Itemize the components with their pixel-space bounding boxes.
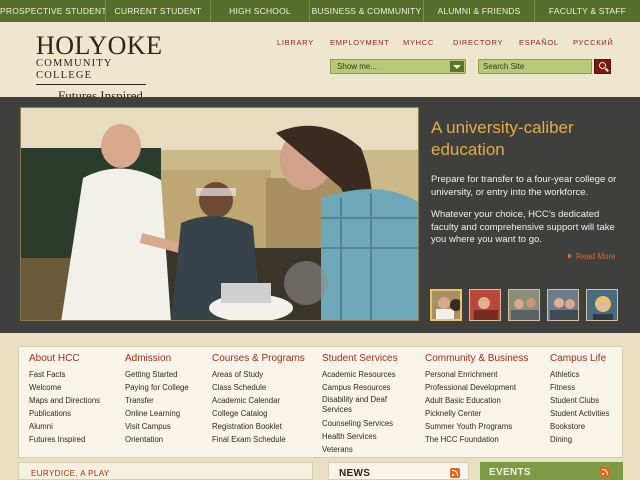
directory-heading-student-services[interactable]: Student Services (322, 353, 414, 364)
directory-heading-about[interactable]: About HCC (29, 353, 100, 364)
link-registration-booklet[interactable]: Registration Booklet (212, 420, 305, 433)
college-logo[interactable]: HOLYOKE COMMUNITY COLLEGE Futures Inspir… (36, 31, 163, 104)
hero-photo (20, 107, 419, 321)
rss-icon[interactable] (600, 467, 610, 477)
link-publications[interactable]: Publications (29, 407, 100, 420)
thumbnail-2[interactable] (469, 289, 501, 321)
link-fast-facts[interactable]: Fast Facts (29, 368, 100, 381)
feature-panel: EURYDICE, A PLAY (18, 462, 313, 480)
logo-subtitle: COMMUNITY COLLEGE (36, 58, 146, 85)
link-counseling-services[interactable]: Counseling Services (322, 417, 414, 430)
link-campus-resources[interactable]: Campus Resources (322, 381, 414, 394)
hero-paragraph-2: Whatever your choice, HCC’s dedicated fa… (431, 209, 615, 245)
events-panel: EVENTS (480, 462, 623, 480)
site-directory: About HCC Fast Facts Welcome Maps and Di… (18, 346, 623, 458)
link-hcc-foundation[interactable]: The HCC Foundation (425, 433, 528, 446)
link-disability-deaf-services[interactable]: Disability and Deaf Services (322, 394, 414, 417)
link-fitness[interactable]: Fitness (550, 381, 609, 394)
events-heading[interactable]: EVENTS (489, 467, 531, 478)
feature-title[interactable]: EURYDICE, A PLAY (31, 469, 110, 478)
rss-icon[interactable] (450, 468, 460, 478)
link-academic-calendar[interactable]: Academic Calendar (212, 394, 305, 407)
link-getting-started[interactable]: Getting Started (125, 368, 189, 381)
hero-text: Prepare for transfer to a four-year coll… (431, 174, 623, 257)
logo-name: HOLYOKE (36, 31, 163, 60)
thumbnail-4[interactable] (547, 289, 579, 321)
news-heading[interactable]: NEWS (339, 468, 370, 479)
link-summer-youth-programs[interactable]: Summer Youth Programs (425, 420, 528, 433)
show-me-label: Show me... (337, 62, 378, 71)
nav-high-school[interactable]: HIGH SCHOOL (211, 0, 310, 22)
link-health-services[interactable]: Health Services (322, 430, 414, 443)
hero-banner: A university-caliber education Prepare f… (0, 97, 640, 333)
link-picknelly-center[interactable]: Picknelly Center (425, 407, 528, 420)
nav-business-community[interactable]: BUSINESS & COMMUNITY (310, 0, 424, 22)
directory-column-campus-life: Campus Life Athletics Fitness Student Cl… (550, 353, 609, 446)
audience-nav: PROSPECTIVE STUDENT CURRENT STUDENT HIGH… (0, 0, 640, 22)
link-online-learning[interactable]: Online Learning (125, 407, 189, 420)
hero-paragraph-1: Prepare for transfer to a four-year coll… (431, 174, 617, 198)
nav-prospective-student[interactable]: PROSPECTIVE STUDENT (0, 0, 106, 22)
nav-faculty-staff[interactable]: FACULTY & STAFF (535, 0, 640, 22)
link-russian[interactable]: РУССКИЙ (573, 38, 614, 47)
link-maps-directions[interactable]: Maps and Directions (29, 394, 100, 407)
link-visit-campus[interactable]: Visit Campus (125, 420, 189, 433)
directory-column-admission: Admission Getting Started Paying for Col… (125, 353, 189, 446)
thumbnail-3[interactable] (508, 289, 540, 321)
link-academic-resources[interactable]: Academic Resources (322, 368, 414, 381)
site-header: HOLYOKE COMMUNITY COLLEGE Futures Inspir… (0, 22, 640, 103)
link-espanol[interactable]: ESPAÑOL (519, 38, 559, 47)
thumbnail-1[interactable] (430, 289, 462, 321)
link-professional-development[interactable]: Professional Development (425, 381, 528, 394)
link-veterans[interactable]: Veterans (322, 443, 414, 456)
link-welcome[interactable]: Welcome (29, 381, 100, 394)
link-class-schedule[interactable]: Class Schedule (212, 381, 305, 394)
link-dining[interactable]: Dining (550, 433, 609, 446)
hero-thumbnails (430, 289, 620, 321)
link-library[interactable]: LIBRARY (277, 38, 314, 47)
chevron-down-icon[interactable] (450, 61, 464, 72)
thumbnail-5[interactable] (586, 289, 618, 321)
directory-heading-courses[interactable]: Courses & Programs (212, 353, 305, 364)
nav-alumni-friends[interactable]: ALUMNI & FRIENDS (424, 0, 535, 22)
hero-title: A university-caliber education (431, 118, 574, 159)
directory-heading-admission[interactable]: Admission (125, 353, 189, 364)
link-paying-for-college[interactable]: Paying for College (125, 381, 189, 394)
link-orientation[interactable]: Orientation (125, 433, 189, 446)
directory-heading-campus-life[interactable]: Campus Life (550, 353, 609, 364)
link-personal-enrichment[interactable]: Personal Enrichment (425, 368, 528, 381)
read-more-link[interactable]: Read More (568, 252, 616, 261)
search-input[interactable] (478, 59, 592, 74)
link-student-clubs[interactable]: Student Clubs (550, 394, 609, 407)
link-bookstore[interactable]: Bookstore (550, 420, 609, 433)
link-final-exam-schedule[interactable]: Final Exam Schedule (212, 433, 305, 446)
directory-column-student-services: Student Services Academic Resources Camp… (322, 353, 414, 456)
news-panel: NEWS (328, 462, 469, 480)
link-athletics[interactable]: Athletics (550, 368, 609, 381)
directory-heading-community[interactable]: Community & Business (425, 353, 528, 364)
link-directory[interactable]: DIRECTORY (453, 38, 503, 47)
link-areas-of-study[interactable]: Areas of Study (212, 368, 305, 381)
utility-nav: LIBRARY EMPLOYMENT MYHCC DIRECTORY ESPAÑ… (270, 38, 620, 50)
directory-column-courses: Courses & Programs Areas of Study Class … (212, 353, 305, 446)
directory-column-community: Community & Business Personal Enrichment… (425, 353, 528, 446)
search-icon[interactable] (594, 59, 611, 74)
show-me-dropdown[interactable]: Show me... (330, 59, 466, 74)
directory-column-about: About HCC Fast Facts Welcome Maps and Di… (29, 353, 100, 446)
link-transfer[interactable]: Transfer (125, 394, 189, 407)
link-myhcc[interactable]: MYHCC (403, 38, 434, 47)
link-adult-basic-education[interactable]: Adult Basic Education (425, 394, 528, 407)
nav-current-student[interactable]: CURRENT STUDENT (106, 0, 211, 22)
link-student-activities[interactable]: Student Activities (550, 407, 609, 420)
link-futures-inspired[interactable]: Futures Inspired (29, 433, 100, 446)
link-college-catalog[interactable]: College Catalog (212, 407, 305, 420)
link-alumni[interactable]: Alumni (29, 420, 100, 433)
link-employment[interactable]: EMPLOYMENT (330, 38, 390, 47)
